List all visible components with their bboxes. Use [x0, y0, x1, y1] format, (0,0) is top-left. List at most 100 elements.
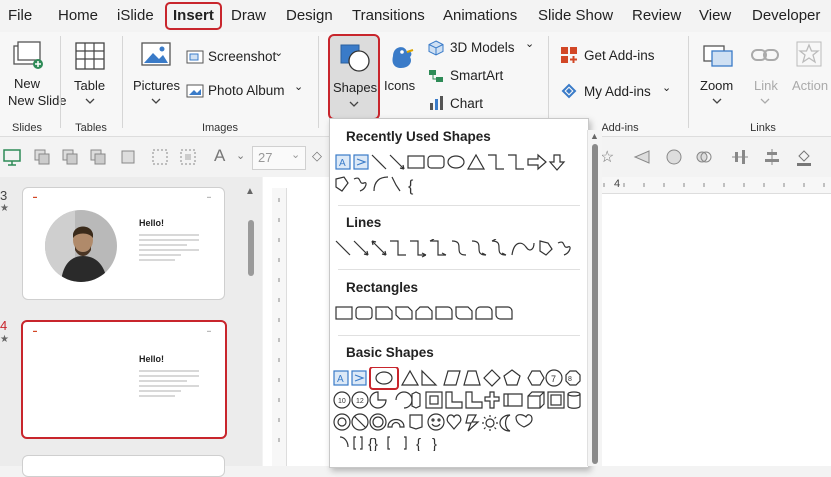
tab-slide-show[interactable]: Slide Show	[538, 6, 613, 26]
lightning-bolt-shape[interactable]	[465, 414, 480, 432]
line-shape[interactable]	[371, 154, 387, 170]
action-button[interactable]: Action	[792, 78, 828, 93]
frame-shape[interactable]	[425, 391, 443, 409]
text-box-shape[interactable]: A	[335, 154, 351, 170]
icons-button[interactable]: Icons	[384, 78, 415, 93]
diamond-shape[interactable]	[483, 369, 501, 387]
curve-shape[interactable]	[391, 176, 401, 192]
heptagon-shape[interactable]: 7	[545, 369, 563, 387]
curve-shape[interactable]	[511, 242, 535, 256]
tab-home[interactable]: Home	[58, 6, 98, 26]
scrollbar-thumb[interactable]	[592, 144, 598, 464]
no-symbol-shape[interactable]	[351, 413, 369, 431]
align-center-icon[interactable]	[762, 147, 782, 167]
rectangle-shape[interactable]	[335, 306, 353, 320]
sun-shape[interactable]	[482, 415, 498, 431]
curved-arrow-connector-shape[interactable]	[471, 240, 487, 256]
tab-draw[interactable]: Draw	[231, 6, 266, 26]
chart-icon[interactable]	[428, 95, 444, 111]
get-addins-button[interactable]: Get Add-ins	[584, 48, 655, 63]
icons-icon[interactable]	[385, 38, 415, 74]
chart-button[interactable]: Chart	[450, 96, 483, 111]
chevron-down-icon[interactable]	[151, 98, 161, 104]
photo-album-button[interactable]: Photo Album	[208, 83, 285, 98]
parallelogram-shape[interactable]	[443, 370, 461, 386]
elbow-connector-shape[interactable]	[390, 240, 406, 256]
right-arrow-shape[interactable]	[527, 153, 547, 171]
font-color-icon[interactable]: A	[214, 146, 225, 166]
snip-same-side-rectangle-shape[interactable]	[415, 306, 433, 320]
my-addins-icon[interactable]	[560, 82, 578, 100]
folded-corner-shape[interactable]	[387, 418, 405, 428]
scroll-up-icon[interactable]: ▲	[590, 131, 599, 141]
double-bracket-shape[interactable]	[353, 436, 363, 450]
chord-shape[interactable]	[395, 391, 413, 409]
screenshot-button[interactable]: Screenshot	[208, 49, 276, 64]
chevron-down-icon[interactable]	[85, 98, 95, 104]
my-addins-button[interactable]: My Add-ins	[584, 84, 651, 99]
triangle-shape[interactable]	[466, 153, 486, 170]
chevron-down-icon[interactable]	[760, 98, 770, 104]
chevron-down-icon[interactable]: ⌄	[236, 149, 245, 162]
select-icon[interactable]	[150, 147, 170, 167]
rectangle-shape[interactable]	[407, 155, 425, 169]
double-arrow-shape[interactable]	[371, 240, 387, 256]
tab-islide[interactable]: iSlide	[117, 6, 154, 26]
round-diagonal-rectangle-shape[interactable]	[495, 306, 513, 320]
pie-shape[interactable]	[369, 391, 387, 409]
align-middle-icon[interactable]	[730, 147, 750, 167]
get-addins-icon[interactable]	[560, 46, 578, 64]
tab-transitions[interactable]: Transitions	[352, 6, 425, 26]
zoom-button[interactable]: Zoom	[700, 78, 733, 93]
star-icon[interactable]: ☆	[600, 147, 614, 167]
font-size-box[interactable]: 27 ⌄	[252, 146, 306, 170]
smartart-icon[interactable]	[428, 68, 444, 84]
arc-shape[interactable]	[339, 436, 349, 448]
smartart-button[interactable]: SmartArt	[450, 68, 503, 83]
right-triangle-shape[interactable]	[421, 369, 438, 386]
chevron-down-icon[interactable]: ⌄	[274, 46, 283, 59]
tab-insert[interactable]: Insert	[165, 2, 222, 30]
double-brace-shape[interactable]: {}	[368, 436, 378, 451]
bevel-shape[interactable]	[547, 391, 565, 409]
brace-shape[interactable]: {	[408, 178, 414, 195]
text-box-shape[interactable]: A	[333, 370, 349, 386]
l-shape[interactable]	[465, 391, 483, 409]
teardrop-shape[interactable]	[411, 391, 421, 409]
shapes-gallery-dropdown[interactable]: Recently Used Shapes A { Lines Rectangle…	[329, 118, 589, 468]
group-icon[interactable]	[60, 147, 80, 167]
tab-file[interactable]: File	[8, 6, 32, 26]
new-slide-icon[interactable]	[12, 40, 44, 72]
link-icon[interactable]	[750, 42, 780, 68]
chevron-down-icon[interactable]	[712, 98, 722, 104]
scrollbar-thumb[interactable]	[248, 220, 254, 276]
elbow-double-arrow-connector-shape[interactable]	[429, 239, 447, 256]
arrow-shape[interactable]	[389, 154, 405, 170]
oval-shape-selected[interactable]	[369, 367, 399, 390]
3d-models-button[interactable]: 3D Models	[450, 40, 515, 55]
shapes-button[interactable]: Shapes	[328, 34, 380, 120]
shapes-gallery-scrollbar[interactable]: ▲	[587, 130, 602, 466]
decagon-shape[interactable]: 10	[333, 391, 351, 409]
snip-corner-rectangle-shape[interactable]	[375, 306, 393, 320]
circle-half-icon[interactable]	[664, 147, 684, 167]
tab-review[interactable]: Review	[632, 6, 681, 26]
table-icon[interactable]	[74, 40, 106, 72]
oval-shape[interactable]	[447, 155, 465, 169]
cube-shape[interactable]	[527, 391, 545, 409]
down-arrow-shape[interactable]	[548, 154, 566, 171]
chevron-down-icon[interactable]: ⌄	[294, 80, 303, 93]
slide-thumbnail-3[interactable]: ▬ Hello! ▬	[22, 187, 225, 300]
plaque-shape[interactable]	[503, 393, 523, 407]
thumbnail-scrollbar[interactable]: ▲	[244, 186, 258, 466]
tab-developer[interactable]: Developer	[752, 6, 820, 26]
hexagon-shape[interactable]	[527, 370, 545, 386]
pentagon-shape[interactable]	[503, 369, 521, 386]
pictures-icon[interactable]	[140, 40, 172, 70]
curved-connector-shape[interactable]	[451, 240, 467, 256]
triangle-flag-icon[interactable]	[632, 147, 652, 167]
new-slide-button[interactable]: New Slide	[8, 93, 67, 108]
arrow-shape[interactable]	[353, 240, 369, 256]
crop-icon[interactable]	[178, 147, 198, 167]
tab-animations[interactable]: Animations	[443, 6, 517, 26]
